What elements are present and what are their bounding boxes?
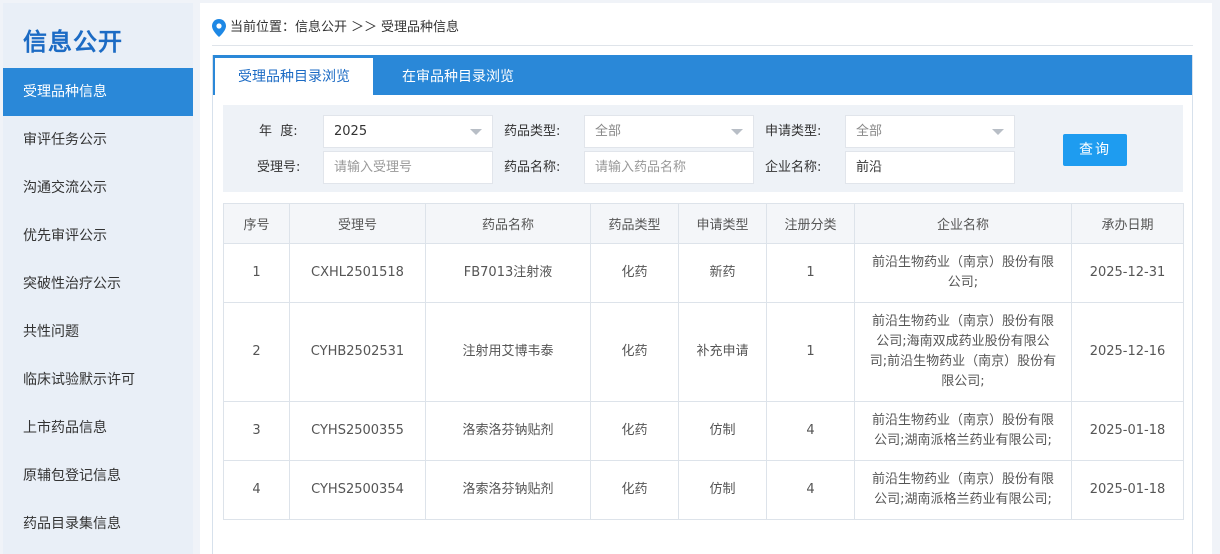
cell-reg-class: 4 bbox=[766, 401, 855, 461]
tab-bar: 受理品种目录浏览 在审品种目录浏览 bbox=[213, 55, 1192, 95]
drug-name-label: 药品名称: bbox=[504, 160, 561, 175]
cell-drug-type: 化药 bbox=[590, 460, 679, 520]
tab-under-review-catalog[interactable]: 在审品种目录浏览 bbox=[383, 58, 533, 95]
accept-no-input[interactable]: 请输入受理号 bbox=[323, 151, 493, 184]
breadcrumb-separator: ＞＞ bbox=[351, 20, 378, 35]
content-panel: 受理品种目录浏览 在审品种目录浏览 年 度: 2025 药品类型: 全部 申请类… bbox=[212, 55, 1193, 554]
drug-type-select[interactable]: 全部 bbox=[584, 115, 754, 148]
cell-drug-name: FB7013注射液 bbox=[425, 243, 591, 303]
cell-accept-no: CYHS2500354 bbox=[289, 460, 426, 520]
drug-name-input[interactable]: 请输入药品名称 bbox=[584, 151, 754, 184]
main-content: 当前位置：信息公开 ＞＞ 受理品种信息 受理品种目录浏览 在审品种目录浏览 年 … bbox=[200, 3, 1212, 554]
company-label: 企业名称: bbox=[765, 160, 822, 175]
breadcrumb-prefix[interactable]: 当前位置：信息公开 bbox=[230, 17, 347, 39]
drug-type-label: 药品类型: bbox=[504, 124, 561, 139]
sidebar-item-clinical-trial-permit[interactable]: 临床试验默示许可 bbox=[3, 356, 193, 404]
cell-reg-class: 4 bbox=[766, 460, 855, 520]
col-header-reg-class: 注册分类 bbox=[766, 203, 855, 244]
results-table: 序号 受理号 药品名称 药品类型 申请类型 注册分类 企业名称 承办日期 1 C… bbox=[223, 203, 1184, 520]
col-header-accept-no: 受理号 bbox=[289, 203, 426, 244]
cell-company: 前沿生物药业（南京）股份有限公司;海南双成药业股份有限公司;前沿生物药业（南京）… bbox=[854, 302, 1072, 402]
breadcrumb-divider bbox=[212, 45, 1193, 46]
cell-apply-type: 新药 bbox=[678, 243, 767, 303]
table-row[interactable]: 1 CXHL2501518 FB7013注射液 化药 新药 1 前沿生物药业（南… bbox=[223, 243, 1184, 303]
table-row[interactable]: 2 CYHB2502531 注射用艾博韦泰 化药 补充申请 1 前沿生物药业（南… bbox=[223, 302, 1184, 402]
cell-reg-class: 1 bbox=[766, 302, 855, 402]
query-button[interactable]: 查询 bbox=[1063, 134, 1127, 166]
cell-date: 2025-01-18 bbox=[1071, 401, 1184, 461]
cell-apply-type: 补充申请 bbox=[678, 302, 767, 402]
cell-accept-no: CYHS2500355 bbox=[289, 401, 426, 461]
table-row[interactable]: 3 CYHS2500355 洛索洛芬钠贴剂 化药 仿制 4 前沿生物药业（南京）… bbox=[223, 401, 1184, 461]
tab-accepted-catalog[interactable]: 受理品种目录浏览 bbox=[215, 58, 373, 95]
cell-date: 2025-12-16 bbox=[1071, 302, 1184, 402]
chevron-down-icon bbox=[470, 129, 482, 135]
accept-no-label: 受理号: bbox=[257, 160, 301, 175]
year-select-value: 2025 bbox=[334, 124, 368, 139]
sidebar-item-drug-catalog[interactable]: 药品目录集信息 bbox=[3, 500, 193, 548]
cell-drug-type: 化药 bbox=[590, 302, 679, 402]
sidebar-item-accepted-varieties[interactable]: 受理品种信息 bbox=[3, 68, 193, 116]
cell-apply-type: 仿制 bbox=[678, 460, 767, 520]
sidebar: 信息公开 受理品种信息 审评任务公示 沟通交流公示 优先审评公示 突破性治疗公示… bbox=[3, 3, 193, 554]
cell-drug-name: 洛索洛芬钠贴剂 bbox=[425, 401, 591, 461]
sidebar-item-breakthrough-therapy[interactable]: 突破性治疗公示 bbox=[3, 260, 193, 308]
cell-accept-no: CXHL2501518 bbox=[289, 243, 426, 303]
cell-index: 3 bbox=[223, 401, 290, 461]
cell-index: 1 bbox=[223, 243, 290, 303]
cell-drug-type: 化药 bbox=[590, 401, 679, 461]
apply-type-select-value: 全部 bbox=[856, 124, 883, 139]
year-label: 年 度: bbox=[259, 124, 298, 139]
year-select[interactable]: 2025 bbox=[323, 115, 493, 148]
sidebar-item-common-issues[interactable]: 共性问题 bbox=[3, 308, 193, 356]
cell-company: 前沿生物药业（南京）股份有限公司;湖南派格兰药业有限公司; bbox=[854, 460, 1072, 520]
cell-drug-type: 化药 bbox=[590, 243, 679, 303]
cell-company: 前沿生物药业（南京）股份有限公司; bbox=[854, 243, 1072, 303]
cell-index: 4 bbox=[223, 460, 290, 520]
cell-accept-no: CYHB2502531 bbox=[289, 302, 426, 402]
cell-index: 2 bbox=[223, 302, 290, 402]
breadcrumb: 当前位置：信息公开 ＞＞ 受理品种信息 bbox=[212, 17, 459, 39]
sidebar-item-review-tasks[interactable]: 审评任务公示 bbox=[3, 116, 193, 164]
sidebar-item-communication[interactable]: 沟通交流公示 bbox=[3, 164, 193, 212]
breadcrumb-current: 受理品种信息 bbox=[381, 20, 460, 35]
company-input[interactable]: 前沿 bbox=[845, 151, 1015, 184]
chevron-down-icon bbox=[992, 129, 1004, 135]
col-header-apply-type: 申请类型 bbox=[678, 203, 767, 244]
apply-type-select[interactable]: 全部 bbox=[845, 115, 1015, 148]
col-header-index: 序号 bbox=[223, 203, 290, 244]
col-header-drug-name: 药品名称 bbox=[425, 203, 591, 244]
location-pin-icon bbox=[212, 19, 226, 37]
apply-type-label: 申请类型: bbox=[765, 124, 822, 139]
cell-company: 前沿生物药业（南京）股份有限公司;湖南派格兰药业有限公司; bbox=[854, 401, 1072, 461]
col-header-date: 承办日期 bbox=[1071, 203, 1184, 244]
cell-date: 2025-01-18 bbox=[1071, 460, 1184, 520]
sidebar-item-marketed-drugs[interactable]: 上市药品信息 bbox=[3, 404, 193, 452]
col-header-company: 企业名称 bbox=[854, 203, 1072, 244]
sidebar-item-raw-material-registration[interactable]: 原辅包登记信息 bbox=[3, 452, 193, 500]
cell-drug-name: 洛索洛芬钠贴剂 bbox=[425, 460, 591, 520]
col-header-drug-type: 药品类型 bbox=[590, 203, 679, 244]
table-header-row: 序号 受理号 药品名称 药品类型 申请类型 注册分类 企业名称 承办日期 bbox=[223, 203, 1184, 244]
filter-panel: 年 度: 2025 药品类型: 全部 申请类型: 全部 受理号: 请输入受理号 … bbox=[223, 105, 1183, 192]
chevron-down-icon bbox=[731, 129, 743, 135]
cell-reg-class: 1 bbox=[766, 243, 855, 303]
cell-drug-name: 注射用艾博韦泰 bbox=[425, 302, 591, 402]
drug-type-select-value: 全部 bbox=[595, 124, 622, 139]
sidebar-title: 信息公开 bbox=[23, 28, 123, 56]
sidebar-item-priority-review[interactable]: 优先审评公示 bbox=[3, 212, 193, 260]
cell-apply-type: 仿制 bbox=[678, 401, 767, 461]
cell-date: 2025-12-31 bbox=[1071, 243, 1184, 303]
table-row[interactable]: 4 CYHS2500354 洛索洛芬钠贴剂 化药 仿制 4 前沿生物药业（南京）… bbox=[223, 460, 1184, 520]
